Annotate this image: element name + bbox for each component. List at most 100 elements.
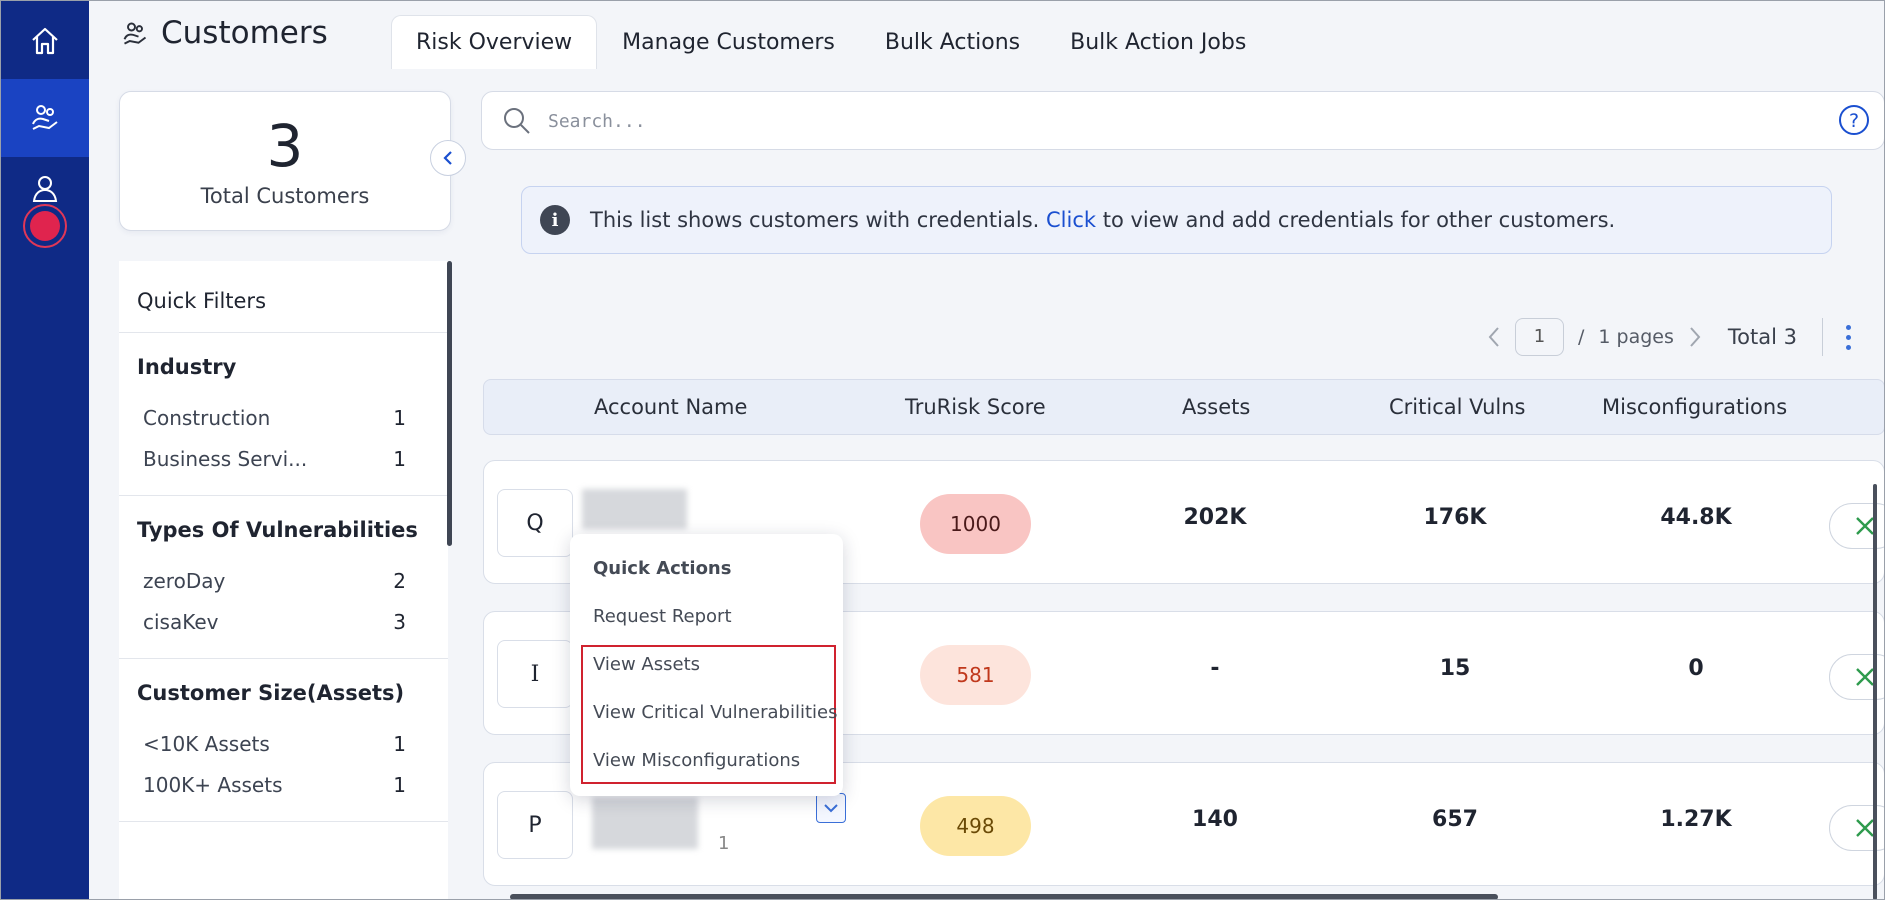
search-input[interactable] [548,106,1648,136]
chevron-down-icon [824,804,838,813]
kebab-dot [1845,344,1851,350]
tab-bar: Risk Overview Manage Customers Bulk Acti… [391,15,1271,69]
search-icon [504,108,530,134]
trurisk-score-badge: 498 [920,796,1031,856]
page-number-input[interactable]: 1 [1515,318,1564,356]
filter-item-count: 3 [393,609,406,634]
pagination: 1 / 1 pages Total 3 [1487,318,1823,356]
filter-item-construction[interactable]: Construction 1 [137,397,430,438]
trurisk-score-badge: 581 [920,645,1031,705]
total-count-label: Total 3 [1727,325,1797,349]
filter-item-label: cisaKev [143,609,219,634]
filter-item-label: Construction [143,405,271,430]
banner-text-after: to view and add credentials for other cu… [1102,208,1616,232]
critical-vulns-value: 657 [1432,807,1478,832]
total-customers-label: Total Customers [200,184,370,208]
collapse-panel-button[interactable] [430,140,466,176]
user-icon [32,176,57,202]
help-icon[interactable]: ? [1838,104,1870,136]
filter-group-vulnerability-types: Types Of Vulnerabilities zeroDay 2 cisaKe… [119,496,448,659]
filter-group-title: Types Of Vulnerabilities [137,518,418,542]
column-misconfigurations[interactable]: Misconfigurations [1602,395,1787,419]
menu-item-request-report[interactable]: Request Report [593,606,732,627]
filter-item-cisakev[interactable]: cisaKev 3 [137,601,430,642]
pager-divider [1821,318,1823,356]
filter-group-customer-size: Customer Size(Assets) <10K Assets 1 100K+… [119,659,448,822]
total-customers-card: 3 Total Customers [119,91,451,231]
page-header: Customers Risk Overview Manage Customers… [89,0,1885,70]
filter-item-count: 1 [393,446,406,471]
customer-avatar: P [497,791,573,859]
column-account-name[interactable]: Account Name [594,395,747,419]
filter-group-industry: Industry Construction 1 Business Servi...… [119,333,448,496]
page-count-label: 1 pages [1598,326,1674,348]
tab-manage-customers[interactable]: Manage Customers [597,15,860,69]
page-separator: / [1578,326,1585,348]
account-id-suffix: 1 [718,833,730,854]
quick-actions-menu: Quick Actions Request Report View Assets… [570,534,843,796]
banner-click-link[interactable]: Click [1046,208,1096,232]
assets-value: 140 [1192,807,1238,832]
user-nav-button[interactable] [0,168,89,254]
misconfigurations-value: 0 [1688,656,1704,681]
tab-bulk-actions[interactable]: Bulk Actions [860,15,1045,69]
column-critical-vulns[interactable]: Critical Vulns [1389,395,1525,419]
column-assets[interactable]: Assets [1182,395,1250,419]
redacted-account-name [592,797,698,849]
customers-title-icon [123,22,147,45]
home-nav-button[interactable] [0,2,89,80]
search-bar [481,91,1885,150]
info-banner-text: This list shows customers with credentia… [590,208,1615,232]
column-trurisk-score[interactable]: TruRisk Score [905,395,1046,419]
assets-value: 202K [1183,505,1247,530]
filters-scrollbar[interactable] [447,261,452,546]
filter-item-count: 2 [393,568,406,593]
customer-avatar: Q [497,489,573,557]
filter-item-under-10k[interactable]: <10K Assets 1 [137,723,430,764]
customers-icon [31,105,58,130]
filter-item-business-services[interactable]: Business Servi... 1 [137,438,430,479]
tab-risk-overview[interactable]: Risk Overview [391,15,598,69]
filter-item-100k-plus[interactable]: 100K+ Assets 1 [137,764,430,805]
misconfigurations-value: 44.8K [1660,505,1732,530]
left-rail [0,0,89,900]
vertical-scrollbar[interactable] [1873,484,1877,900]
filter-item-label: Business Servi... [143,446,308,471]
customer-avatar: I [497,640,573,708]
info-banner: i This list shows customers with credent… [521,186,1832,254]
kebab-dot [1845,324,1851,330]
filter-group-title: Industry [137,355,237,379]
menu-item-view-misconfigurations[interactable]: View Misconfigurations [593,750,800,771]
filter-item-count: 1 [393,405,406,430]
filter-item-label: zeroDay [143,568,226,593]
chevron-left-icon[interactable] [1487,326,1501,348]
horizontal-scrollbar[interactable] [510,894,1498,900]
misconfigurations-value: 1.27K [1660,807,1732,832]
critical-vulns-value: 176K [1423,505,1487,530]
quick-actions-title: Quick Actions [593,558,732,579]
menu-item-view-assets[interactable]: View Assets [593,654,700,675]
banner-text-before: This list shows customers with credentia… [590,208,1040,232]
svg-text:?: ? [1849,110,1859,132]
home-icon [31,27,58,55]
filter-item-label: 100K+ Assets [143,772,283,797]
tab-bulk-action-jobs[interactable]: Bulk Action Jobs [1045,15,1271,69]
trurisk-score-badge: 1000 [920,494,1031,554]
filter-item-label: <10K Assets [143,731,270,756]
chevron-right-icon[interactable] [1688,326,1702,348]
expand-row-button[interactable] [816,793,846,823]
filter-item-count: 1 [393,731,406,756]
quick-filters-title: Quick Filters [119,261,448,333]
info-icon: i [540,205,570,235]
filter-item-zeroday[interactable]: zeroDay 2 [137,560,430,601]
menu-item-view-critical-vulnerabilities[interactable]: View Critical Vulnerabilities [593,702,837,723]
table-header: Account Name TruRisk Score Assets Critic… [483,379,1885,435]
assets-value: - [1210,656,1220,681]
customers-nav-button[interactable] [0,79,89,157]
kebab-dot [1845,334,1851,340]
recording-indicator[interactable] [22,204,67,248]
record-dot-icon [29,211,60,241]
page-title: Customers [161,15,328,51]
more-options-button[interactable] [1830,318,1866,356]
filter-item-count: 1 [393,772,406,797]
